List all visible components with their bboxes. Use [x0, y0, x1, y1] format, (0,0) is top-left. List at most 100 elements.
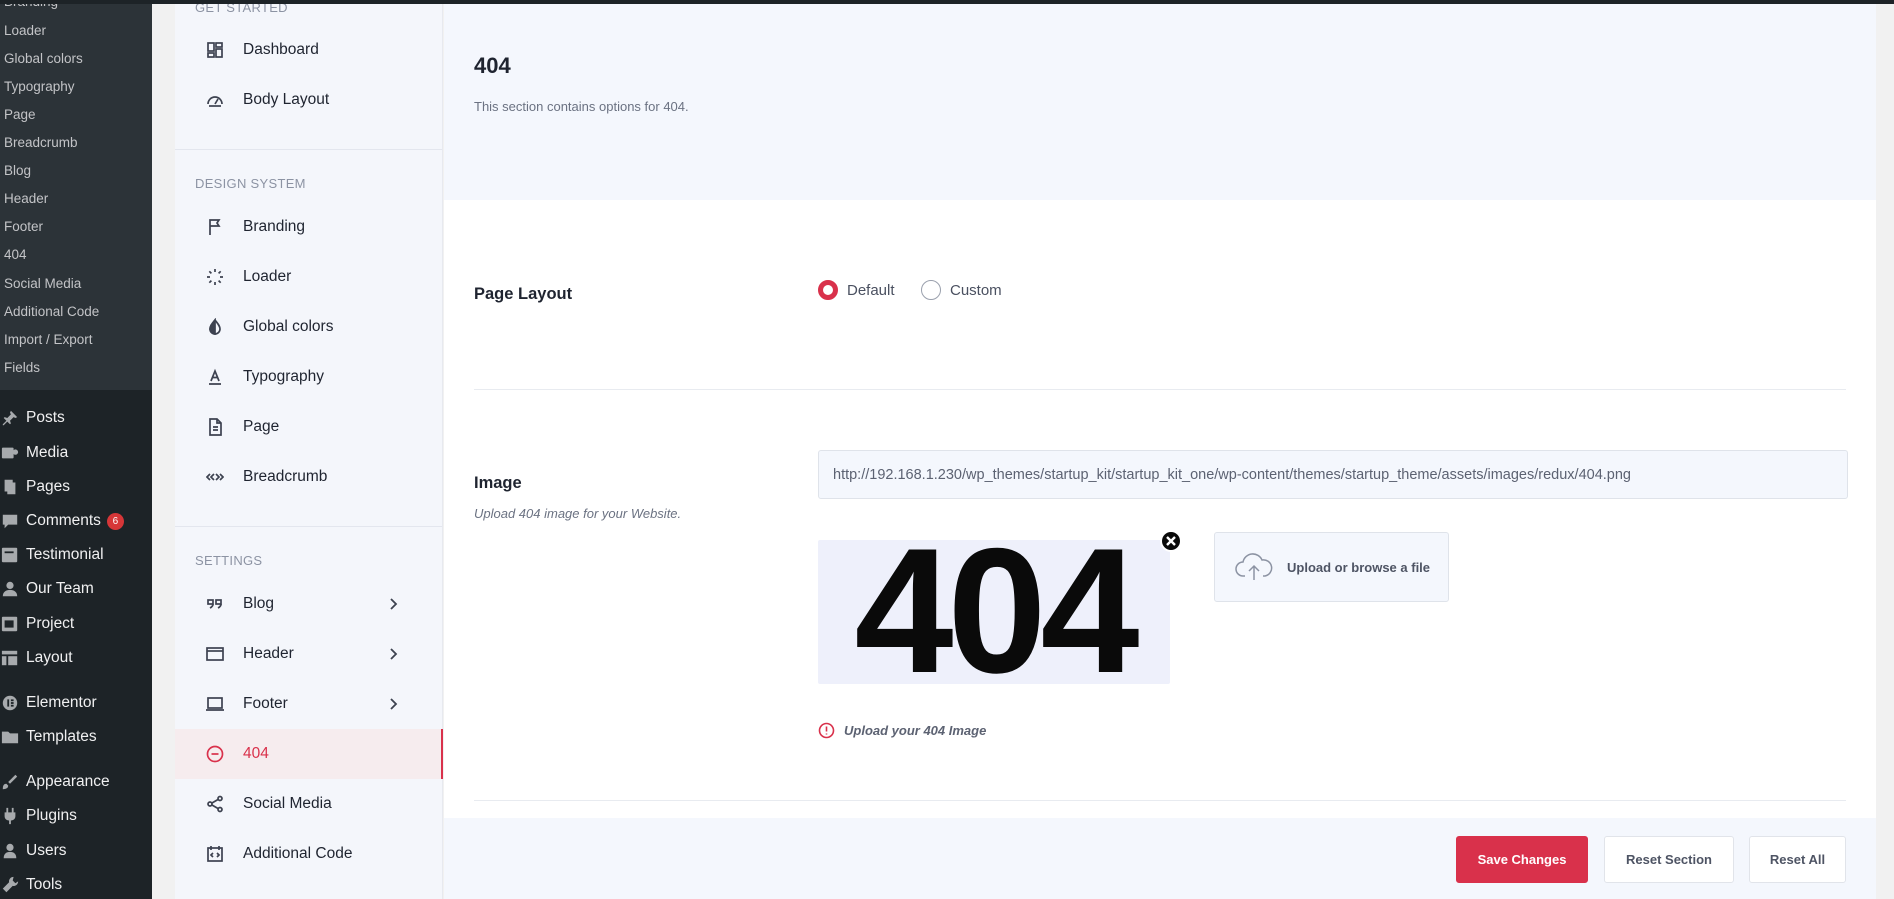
- wp-submenu-item[interactable]: Footer: [4, 219, 43, 234]
- sidebar-item-global-colors[interactable]: Global colors: [175, 302, 443, 352]
- wp-submenu-item[interactable]: Additional Code: [4, 304, 99, 319]
- radio-default[interactable]: Default: [818, 280, 895, 300]
- upload-button[interactable]: Upload or browse a file: [1214, 532, 1449, 602]
- media-icon: [0, 444, 26, 462]
- wp-menu-label: Appearance: [26, 773, 110, 790]
- wp-menu-our-team[interactable]: Our Team: [0, 574, 152, 604]
- wp-menu-label: Users: [26, 842, 67, 859]
- wp-submenu-item[interactable]: Breadcrumb: [4, 135, 78, 150]
- wp-menu-pages[interactable]: Pages: [0, 472, 152, 502]
- sidebar-item-label: Loader: [243, 268, 292, 285]
- sidebar-item-label: Additional Code: [243, 845, 353, 862]
- reset-section-button[interactable]: Reset Section: [1604, 836, 1734, 883]
- radio-custom[interactable]: Custom: [921, 280, 1002, 300]
- wp-submenu-item[interactable]: Header: [4, 191, 48, 206]
- wp-menu-tools[interactable]: Tools: [0, 870, 152, 899]
- wp-menu-label: Media: [26, 444, 69, 461]
- sidebar-item-page[interactable]: Page: [175, 402, 443, 452]
- footer-icon: [206, 695, 224, 713]
- sidebar-item-footer[interactable]: Footer: [175, 679, 443, 729]
- chevron-right-icon: [385, 696, 401, 712]
- cloud-upload-icon: [1235, 553, 1273, 580]
- sidebar-item-typography[interactable]: Typography: [175, 352, 443, 402]
- wp-menu-templates[interactable]: Templates: [0, 722, 152, 752]
- sidebar-item-social-media[interactable]: Social Media: [175, 779, 443, 829]
- breadcrumb-icon: [206, 468, 224, 486]
- wp-submenu-item[interactable]: Loader: [4, 23, 46, 38]
- group-label-settings: SETTINGS: [195, 553, 263, 568]
- page-layout-label: Page Layout: [474, 285, 573, 303]
- admin-top-bar: [0, 0, 1894, 4]
- wrench-icon: [0, 876, 26, 894]
- save-changes-button[interactable]: Save Changes: [1456, 836, 1588, 883]
- wp-submenu-item[interactable]: Typography: [4, 79, 75, 94]
- wp-menu-comments[interactable]: Comments 6: [0, 506, 152, 536]
- sidebar-item-label: Body Layout: [243, 91, 330, 108]
- wp-menu-project[interactable]: Project: [0, 609, 152, 639]
- wp-menu-layout[interactable]: Layout: [0, 643, 152, 673]
- wp-submenu-item[interactable]: Blog: [4, 163, 31, 178]
- comments-count-badge: 6: [106, 512, 124, 530]
- image-field-subtitle: Upload 404 image for your Website.: [474, 506, 682, 521]
- image-url-input[interactable]: [818, 450, 1848, 499]
- wp-menu-label: Plugins: [26, 807, 77, 824]
- hint-text: Upload your 404 Image: [844, 723, 987, 738]
- dashboard-icon: [206, 41, 224, 59]
- comments-icon: [0, 512, 26, 530]
- sidebar-item-header[interactable]: Header: [175, 629, 443, 679]
- wp-menu-media[interactable]: Media: [0, 438, 152, 468]
- reset-all-button[interactable]: Reset All: [1749, 836, 1846, 883]
- sidebar-item-404[interactable]: 404: [175, 729, 443, 779]
- wp-submenu-item[interactable]: Fields: [4, 360, 40, 375]
- wp-submenu-item[interactable]: Global colors: [4, 51, 83, 66]
- radio-indicator: [818, 280, 838, 300]
- wp-menu-elementor[interactable]: Elementor: [0, 688, 152, 718]
- minus-circle-icon: [206, 745, 224, 763]
- wp-menu-users[interactable]: Users: [0, 836, 152, 866]
- wp-menu-appearance[interactable]: Appearance: [0, 767, 152, 797]
- options-main: 404 This section contains options for 40…: [444, 0, 1876, 899]
- wp-menu-label: Our Team: [26, 580, 94, 597]
- wp-menu-posts[interactable]: Posts: [0, 403, 152, 433]
- typography-icon: [206, 368, 224, 386]
- image-preview: 404: [818, 540, 1170, 684]
- plugin-icon: [0, 807, 26, 825]
- user-icon: [0, 842, 26, 860]
- share-icon: [206, 795, 224, 813]
- close-icon: [1166, 536, 1176, 546]
- wp-menu-plugins[interactable]: Plugins: [0, 801, 152, 831]
- sidebar-item-label: Branding: [243, 218, 306, 235]
- wp-menu-label: Project: [26, 615, 75, 632]
- section-header: 404 This section contains options for 40…: [444, 0, 1876, 200]
- wp-submenu-item[interactable]: Import / Export: [4, 332, 93, 347]
- sidebar-item-label: Global colors: [243, 318, 334, 335]
- image-field-label: Image: [474, 474, 522, 492]
- code-icon: [206, 845, 224, 863]
- sidebar-item-additional-code[interactable]: Additional Code: [175, 829, 443, 879]
- wp-submenu-item[interactable]: Social Media: [4, 276, 81, 291]
- sidebar-item-breadcrumb[interactable]: Breadcrumb: [175, 452, 443, 502]
- wp-submenu-item[interactable]: Page: [4, 107, 36, 122]
- wp-submenu: Branding Loader Global colors Typography…: [0, 0, 152, 390]
- wp-menu-testimonial[interactable]: Testimonial: [0, 540, 152, 570]
- sidebar-item-dashboard[interactable]: Dashboard: [175, 25, 443, 75]
- sidebar-item-label: Header: [243, 645, 294, 662]
- upload-label: Upload or browse a file: [1287, 559, 1431, 575]
- brush-icon: [0, 773, 26, 791]
- sidebar-item-label: Typography: [243, 368, 324, 385]
- sidebar-item-blog[interactable]: Blog: [175, 579, 443, 629]
- chevron-right-icon: [385, 596, 401, 612]
- sidebar-divider: [175, 149, 442, 150]
- sidebar-item-body-layout[interactable]: Body Layout: [175, 75, 443, 125]
- wp-menu-label: Layout: [26, 649, 73, 666]
- sidebar-item-loader[interactable]: Loader: [175, 252, 443, 302]
- team-icon: [0, 580, 26, 598]
- wp-menu-label: Testimonial: [26, 546, 104, 563]
- sidebar-item-label: Social Media: [243, 795, 332, 812]
- testimonial-icon: [0, 546, 26, 564]
- remove-image-button[interactable]: [1160, 530, 1182, 552]
- wp-menu-label: Pages: [26, 478, 70, 495]
- sidebar-item-branding[interactable]: Branding: [175, 202, 443, 252]
- scrollbar-track[interactable]: [1876, 0, 1894, 899]
- wp-submenu-item[interactable]: 404: [4, 247, 27, 262]
